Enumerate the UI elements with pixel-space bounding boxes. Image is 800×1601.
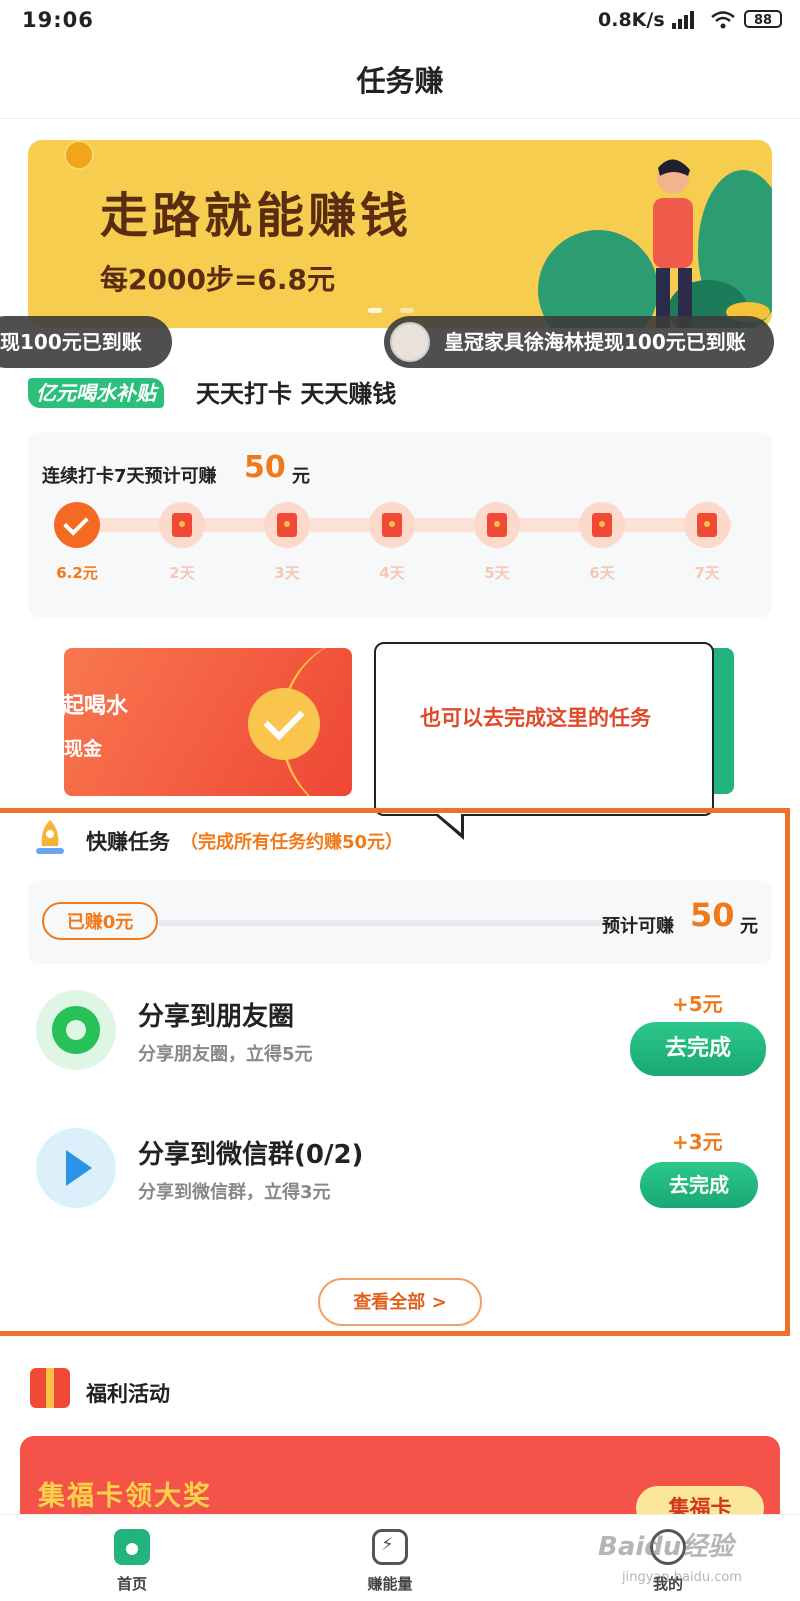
carousel-dot[interactable] <box>368 308 382 313</box>
section-subtitle: （完成所有任务约赚50元） <box>180 832 404 853</box>
nav-item-energy[interactable]: 赚能量 <box>330 1515 450 1601</box>
ticker-pill-right: 皇冠家具徐海林提现100元已到账 <box>384 316 774 368</box>
ticker-text: 皇冠家具徐海林提现100元已到账 <box>444 330 746 354</box>
share-arrow-icon <box>36 1128 116 1208</box>
subsidy-tag: 亿元喝水补贴 <box>28 378 164 408</box>
task-desc: 分享朋友圈，立得5元 <box>138 1044 313 1065</box>
nav-label: 首页 <box>116 1575 147 1593</box>
estimate-amount: 50 <box>690 896 735 934</box>
runner-illustration <box>538 159 772 328</box>
checkin-step-label: 6天 <box>589 564 615 582</box>
tooltip-tail-fill <box>437 813 461 833</box>
red-envelope-icon[interactable] <box>159 502 205 548</box>
morning-water-card[interactable]: 早起喝水 领现金 <box>64 648 352 796</box>
banner-subtitle: 每2000步=6.8元 <box>100 263 335 296</box>
go-complete-button[interactable]: 去完成 <box>640 1162 758 1208</box>
lightning-icon <box>372 1529 408 1565</box>
nav-label: 赚能量 <box>367 1575 413 1593</box>
task-desc: 分享到微信群，立得3元 <box>138 1182 331 1203</box>
checkin-amount: 50 <box>244 450 286 485</box>
red-envelope-icon[interactable] <box>579 502 625 548</box>
checkin-title: 连续打卡7天预计可赚 <box>42 466 217 487</box>
earned-badge: 已赚0元 <box>42 902 158 940</box>
carousel-dot[interactable] <box>400 308 414 313</box>
watermark: Baidu经验 <box>598 1532 734 1562</box>
fuka-title: 集福卡领大奖 <box>38 1481 212 1512</box>
task-reward: +3元 <box>672 1130 723 1154</box>
tooltip-bubble: 也可以去完成这里的任务 <box>374 642 714 816</box>
task-name: 分享到微信群(0/2) <box>138 1140 364 1170</box>
signal-icon <box>672 11 694 29</box>
progress-bar <box>158 920 610 926</box>
rocket-icon <box>36 820 64 854</box>
watermark-url: jingyan.baidu.com <box>622 1570 742 1585</box>
checkin-step-label: 4天 <box>379 564 405 582</box>
ticker-pill-left: 现100元已到账 <box>0 316 172 368</box>
section-title-welfare: 福利活动 <box>86 1382 170 1406</box>
checkin-step-label: 3天 <box>274 564 300 582</box>
view-all-button[interactable]: 查看全部 > <box>318 1278 482 1326</box>
green-card[interactable] <box>712 648 734 794</box>
gift-icon <box>30 1368 70 1408</box>
network-speed: 0.8K/s <box>598 9 665 31</box>
check-icon <box>248 688 320 760</box>
card-title: 早起喝水 <box>64 694 129 719</box>
avatar <box>390 322 430 362</box>
checkin-card[interactable]: 连续打卡7天预计可赚 50 元 6.2元 2天 3天 4天 5天 6天 7天 <box>28 432 772 618</box>
wifi-icon <box>711 11 735 29</box>
section-title-quick-tasks: 快赚任务 <box>86 830 170 854</box>
coin-icon <box>64 140 94 170</box>
checkin-step-label: 6.2元 <box>56 564 98 582</box>
task-name: 分享到朋友圈 <box>138 1002 295 1032</box>
checkin-step-label: 2天 <box>169 564 195 582</box>
header-divider <box>0 118 800 119</box>
banner-carousel[interactable]: 走路就能赚钱 每2000步=6.8元 <box>28 140 772 328</box>
card-subtitle: 领现金 <box>64 738 103 760</box>
banner-title: 走路就能赚钱 <box>100 188 413 244</box>
earnings-progress-card: 已赚0元 预计可赚 50 元 <box>28 880 772 964</box>
status-time: 19:06 <box>22 8 94 32</box>
status-bar: 19:06 0.8K/s 88 <box>0 0 800 40</box>
checkin-step-done-icon[interactable] <box>54 502 100 548</box>
subsidy-tagline: 天天打卡 天天赚钱 <box>196 380 397 408</box>
estimate-label: 预计可赚 <box>602 916 674 937</box>
fuka-card[interactable]: 集福卡领大奖 集福卡 <box>20 1436 780 1530</box>
checkin-unit: 元 <box>292 466 310 487</box>
tooltip-text: 也可以去完成这里的任务 <box>420 706 651 730</box>
task-reward: +5元 <box>672 992 723 1016</box>
red-envelope-icon[interactable] <box>474 502 520 548</box>
red-envelope-icon[interactable] <box>264 502 310 548</box>
nav-item-home[interactable]: 首页 <box>72 1515 192 1601</box>
red-envelope-icon[interactable] <box>684 502 730 548</box>
checkin-step-label: 7天 <box>694 564 720 582</box>
page-title: 任务赚 <box>356 64 444 98</box>
moments-share-icon <box>36 990 116 1070</box>
checkin-step-label: 5天 <box>484 564 510 582</box>
go-complete-button[interactable]: 去完成 <box>630 1022 766 1076</box>
red-envelope-icon[interactable] <box>369 502 415 548</box>
home-icon <box>114 1529 150 1565</box>
estimate-unit: 元 <box>740 916 758 937</box>
battery-icon: 88 <box>744 10 782 28</box>
